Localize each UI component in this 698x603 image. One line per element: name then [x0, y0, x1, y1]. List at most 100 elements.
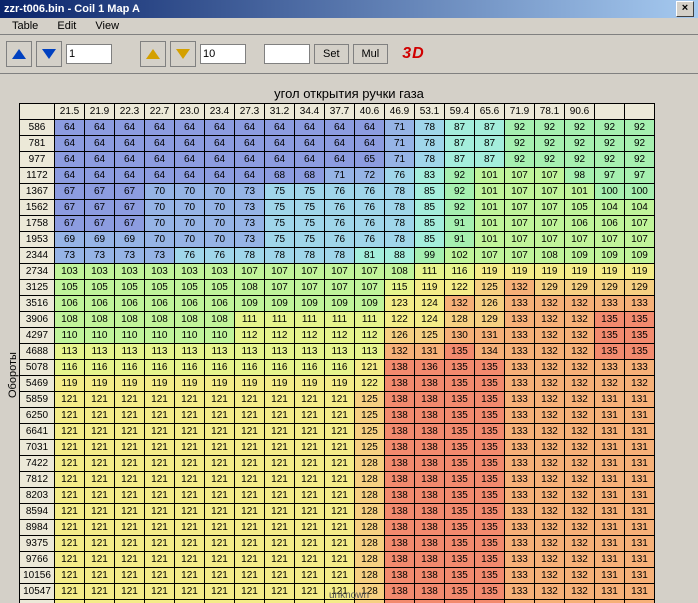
data-cell[interactable]: 107 [565, 232, 595, 248]
data-cell[interactable]: 111 [415, 264, 445, 280]
data-cell[interactable]: 132 [535, 552, 565, 568]
data-cell[interactable]: 121 [55, 504, 85, 520]
data-cell[interactable]: 92 [445, 184, 475, 200]
data-cell[interactable]: 108 [175, 312, 205, 328]
data-cell[interactable]: 121 [355, 360, 385, 376]
data-cell[interactable]: 105 [205, 280, 235, 296]
data-cell[interactable]: 121 [145, 456, 175, 472]
data-cell[interactable]: 113 [325, 344, 355, 360]
data-cell[interactable]: 133 [505, 520, 535, 536]
data-cell[interactable]: 100 [625, 184, 655, 200]
row-header[interactable]: 5859 [20, 392, 55, 408]
data-cell[interactable]: 138 [415, 440, 445, 456]
data-cell[interactable]: 119 [175, 376, 205, 392]
data-cell[interactable]: 135 [475, 568, 505, 584]
data-cell[interactable]: 121 [205, 408, 235, 424]
data-cell[interactable]: 121 [205, 488, 235, 504]
row-header[interactable]: 3516 [20, 296, 55, 312]
data-cell[interactable]: 121 [205, 552, 235, 568]
data-cell[interactable]: 119 [505, 264, 535, 280]
data-cell[interactable]: 105 [565, 200, 595, 216]
data-cell[interactable]: 91 [445, 232, 475, 248]
data-cell[interactable]: 132 [535, 344, 565, 360]
data-cell[interactable]: 128 [445, 312, 475, 328]
data-cell[interactable]: 138 [415, 392, 445, 408]
data-cell[interactable]: 131 [595, 456, 625, 472]
data-cell[interactable]: 64 [265, 120, 295, 136]
data-cell[interactable]: 64 [325, 152, 355, 168]
row-header[interactable]: 5469 [20, 376, 55, 392]
data-cell[interactable]: 131 [625, 456, 655, 472]
data-cell[interactable]: 132 [565, 472, 595, 488]
data-cell[interactable]: 138 [385, 568, 415, 584]
data-cell[interactable]: 70 [175, 200, 205, 216]
data-cell[interactable]: 73 [55, 248, 85, 264]
col-header[interactable]: 27.3 [235, 104, 265, 120]
data-cell[interactable]: 70 [175, 232, 205, 248]
data-cell[interactable]: 107 [355, 280, 385, 296]
data-cell[interactable]: 75 [295, 216, 325, 232]
data-cell[interactable]: 121 [265, 392, 295, 408]
data-cell[interactable]: 132 [565, 360, 595, 376]
data-cell[interactable]: 70 [175, 184, 205, 200]
row-header[interactable]: 4688 [20, 344, 55, 360]
data-cell[interactable]: 92 [445, 168, 475, 184]
data-cell[interactable]: 92 [505, 136, 535, 152]
data-cell[interactable]: 138 [415, 552, 445, 568]
data-cell[interactable]: 121 [265, 520, 295, 536]
data-cell[interactable]: 121 [205, 536, 235, 552]
data-cell[interactable]: 121 [115, 552, 145, 568]
data-cell[interactable]: 64 [235, 120, 265, 136]
col-header[interactable]: 31.2 [265, 104, 295, 120]
data-cell[interactable]: 121 [325, 536, 355, 552]
data-cell[interactable]: 121 [85, 424, 115, 440]
data-cell[interactable]: 121 [145, 552, 175, 568]
data-cell[interactable]: 132 [445, 296, 475, 312]
data-cell[interactable]: 121 [55, 408, 85, 424]
data-cell[interactable]: 121 [175, 424, 205, 440]
data-cell[interactable]: 121 [325, 568, 355, 584]
data-cell[interactable]: 106 [55, 296, 85, 312]
data-cell[interactable]: 138 [415, 456, 445, 472]
data-cell[interactable]: 132 [565, 552, 595, 568]
data-cell[interactable]: 69 [115, 232, 145, 248]
row-header[interactable]: 781 [20, 136, 55, 152]
data-cell[interactable]: 121 [265, 424, 295, 440]
data-cell[interactable]: 78 [415, 152, 445, 168]
data-cell[interactable]: 133 [595, 360, 625, 376]
data-cell[interactable]: 129 [535, 280, 565, 296]
data-cell[interactable]: 121 [265, 408, 295, 424]
data-cell[interactable]: 135 [445, 552, 475, 568]
data-cell[interactable]: 138 [415, 488, 445, 504]
data-cell[interactable]: 116 [85, 360, 115, 376]
data-cell[interactable]: 119 [235, 376, 265, 392]
data-cell[interactable]: 132 [535, 296, 565, 312]
data-cell[interactable]: 128 [355, 552, 385, 568]
data-cell[interactable]: 64 [85, 168, 115, 184]
data-cell[interactable]: 131 [625, 568, 655, 584]
data-cell[interactable]: 121 [235, 488, 265, 504]
row-header[interactable]: 7031 [20, 440, 55, 456]
data-cell[interactable]: 107 [535, 168, 565, 184]
data-cell[interactable]: 121 [145, 424, 175, 440]
data-cell[interactable]: 78 [385, 184, 415, 200]
step-input-1[interactable] [66, 44, 112, 64]
row-header[interactable]: 1172 [20, 168, 55, 184]
data-cell[interactable]: 119 [535, 264, 565, 280]
data-cell[interactable]: 131 [625, 392, 655, 408]
data-cell[interactable]: 101 [475, 216, 505, 232]
data-cell[interactable]: 103 [205, 264, 235, 280]
data-cell[interactable]: 135 [445, 360, 475, 376]
data-cell[interactable]: 121 [175, 440, 205, 456]
data-cell[interactable]: 121 [175, 552, 205, 568]
menu-table[interactable]: Table [4, 18, 46, 34]
data-cell[interactable]: 116 [55, 360, 85, 376]
data-cell[interactable]: 70 [205, 184, 235, 200]
data-cell[interactable]: 132 [625, 376, 655, 392]
data-cell[interactable]: 135 [475, 424, 505, 440]
data-cell[interactable]: 106 [205, 296, 235, 312]
data-cell[interactable]: 92 [595, 136, 625, 152]
data-cell[interactable]: 138 [385, 424, 415, 440]
data-cell[interactable]: 121 [265, 568, 295, 584]
data-cell[interactable]: 70 [205, 232, 235, 248]
